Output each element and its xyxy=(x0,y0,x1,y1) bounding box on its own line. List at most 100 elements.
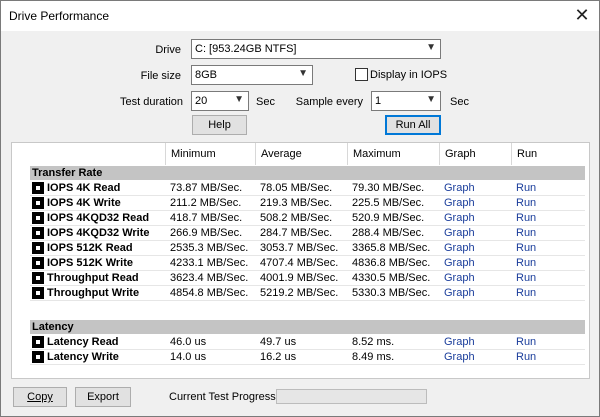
graph-link[interactable]: Graph xyxy=(444,287,475,299)
row-name: IOPS 4KQD32 Read xyxy=(47,212,150,224)
row-minimum: 2535.3 MB/Sec. xyxy=(170,242,249,254)
title-bar: Drive Performance ✕ xyxy=(1,1,599,31)
graph-link[interactable]: Graph xyxy=(444,257,475,269)
display-iops-checkbox[interactable] xyxy=(355,68,368,81)
run-link[interactable]: Run xyxy=(516,227,536,239)
row-average: 4707.4 MB/Sec. xyxy=(260,257,339,269)
test-duration-select-value: 20 xyxy=(195,95,208,107)
row-maximum: 225.5 MB/Sec. xyxy=(352,197,425,209)
run-link[interactable]: Run xyxy=(516,272,536,284)
file-size-select[interactable]: 8GB ▼ xyxy=(191,65,313,85)
export-button[interactable]: Export xyxy=(75,387,131,407)
run-link[interactable]: Run xyxy=(516,242,536,254)
row-marker-icon xyxy=(32,182,44,194)
row-maximum: 288.4 MB/Sec. xyxy=(352,227,425,239)
row-marker-icon xyxy=(32,272,44,284)
chevron-down-icon: ▼ xyxy=(298,68,308,79)
copy-button[interactable]: Copy xyxy=(13,387,67,407)
table-row: IOPS 512K Read 2535.3 MB/Sec. 3053.7 MB/… xyxy=(30,241,585,256)
help-button[interactable]: Help xyxy=(192,115,247,135)
run-link[interactable]: Run xyxy=(516,336,536,348)
table-row: Latency Read 46.0 us 49.7 us 8.52 ms. Gr… xyxy=(30,335,585,350)
display-iops-label: Display in IOPS xyxy=(370,69,448,81)
sample-every-select-value: 1 xyxy=(375,95,382,107)
row-minimum: 3623.4 MB/Sec. xyxy=(170,272,249,284)
row-name: Throughput Read xyxy=(47,272,139,284)
row-maximum: 520.9 MB/Sec. xyxy=(352,212,425,224)
row-marker-icon xyxy=(32,227,44,239)
section-header-transfer-rate: Transfer Rate xyxy=(30,166,585,180)
drive-select[interactable]: C: [953.24GB NTFS] ▼ xyxy=(191,39,441,59)
chevron-down-icon: ▼ xyxy=(426,94,436,105)
file-size-select-value: 8GB xyxy=(195,69,218,81)
run-link[interactable]: Run xyxy=(516,182,536,194)
graph-link[interactable]: Graph xyxy=(444,272,475,284)
column-header-minimum: Minimum xyxy=(165,143,255,165)
row-divider xyxy=(30,300,585,301)
row-name: IOPS 512K Read xyxy=(47,242,133,254)
run-all-button[interactable]: Run All xyxy=(385,115,441,135)
row-minimum: 266.9 MB/Sec. xyxy=(170,227,243,239)
table-row: IOPS 4KQD32 Read 418.7 MB/Sec. 508.2 MB/… xyxy=(30,211,585,226)
row-marker-icon xyxy=(32,257,44,269)
sample-every-select[interactable]: 1 ▼ xyxy=(371,91,441,111)
row-marker-icon xyxy=(32,336,44,348)
row-minimum: 4233.1 MB/Sec. xyxy=(170,257,249,269)
table-row: IOPS 4K Read 73.87 MB/Sec. 78.05 MB/Sec.… xyxy=(30,181,585,196)
section-header-latency: Latency xyxy=(30,320,585,334)
drive-label: Drive xyxy=(155,44,181,56)
row-name: IOPS 4K Read xyxy=(47,182,121,194)
run-link[interactable]: Run xyxy=(516,257,536,269)
row-average: 5219.2 MB/Sec. xyxy=(260,287,339,299)
graph-link[interactable]: Graph xyxy=(444,336,475,348)
row-name: Latency Read xyxy=(47,336,119,348)
row-marker-icon xyxy=(32,351,44,363)
table-row: IOPS 4K Write 211.2 MB/Sec. 219.3 MB/Sec… xyxy=(30,196,585,211)
row-average: 49.7 us xyxy=(260,336,297,348)
row-maximum: 8.49 ms. xyxy=(352,351,395,363)
row-maximum: 5330.3 MB/Sec. xyxy=(352,287,431,299)
row-marker-icon xyxy=(32,242,44,254)
drive-performance-window: Drive Performance ✕ Drive C: [953.24GB N… xyxy=(0,0,600,417)
row-maximum: 4330.5 MB/Sec. xyxy=(352,272,431,284)
close-icon[interactable]: ✕ xyxy=(565,1,599,29)
row-average: 284.7 MB/Sec. xyxy=(260,227,333,239)
graph-link[interactable]: Graph xyxy=(444,227,475,239)
column-header-graph: Graph xyxy=(439,143,511,165)
run-link[interactable]: Run xyxy=(516,351,536,363)
graph-link[interactable]: Graph xyxy=(444,351,475,363)
drive-select-value: C: [953.24GB NTFS] xyxy=(195,43,297,55)
table-row: Throughput Read 3623.4 MB/Sec. 4001.9 MB… xyxy=(30,271,585,286)
run-link[interactable]: Run xyxy=(516,212,536,224)
row-maximum: 8.52 ms. xyxy=(352,336,395,348)
file-size-label: File size xyxy=(140,70,181,82)
row-name: IOPS 4KQD32 Write xyxy=(47,227,150,239)
test-progress-bar xyxy=(276,389,427,404)
test-duration-unit: Sec xyxy=(256,96,275,108)
sample-every-label: Sample every xyxy=(295,96,363,108)
table-header: Minimum Average Maximum Graph Run xyxy=(12,143,589,165)
chevron-down-icon: ▼ xyxy=(426,42,436,53)
row-minimum: 4854.8 MB/Sec. xyxy=(170,287,249,299)
row-average: 219.3 MB/Sec. xyxy=(260,197,333,209)
row-name: Throughput Write xyxy=(47,287,140,299)
row-minimum: 418.7 MB/Sec. xyxy=(170,212,243,224)
run-link[interactable]: Run xyxy=(516,197,536,209)
sample-every-unit: Sec xyxy=(450,96,469,108)
table-row: Throughput Write 4854.8 MB/Sec. 5219.2 M… xyxy=(30,286,585,301)
row-name: IOPS 512K Write xyxy=(47,257,133,269)
progress-label: Current Test Progress xyxy=(169,391,276,403)
test-duration-select[interactable]: 20 ▼ xyxy=(191,91,249,111)
window-title: Drive Performance xyxy=(9,9,110,23)
graph-link[interactable]: Graph xyxy=(444,182,475,194)
row-average: 4001.9 MB/Sec. xyxy=(260,272,339,284)
graph-link[interactable]: Graph xyxy=(444,242,475,254)
graph-link[interactable]: Graph xyxy=(444,212,475,224)
table-row: IOPS 512K Write 4233.1 MB/Sec. 4707.4 MB… xyxy=(30,256,585,271)
row-name: Latency Write xyxy=(47,351,119,363)
row-average: 508.2 MB/Sec. xyxy=(260,212,333,224)
results-table: Minimum Average Maximum Graph Run Transf… xyxy=(11,142,590,379)
copy-button-label: Copy xyxy=(27,391,53,403)
graph-link[interactable]: Graph xyxy=(444,197,475,209)
run-link[interactable]: Run xyxy=(516,287,536,299)
